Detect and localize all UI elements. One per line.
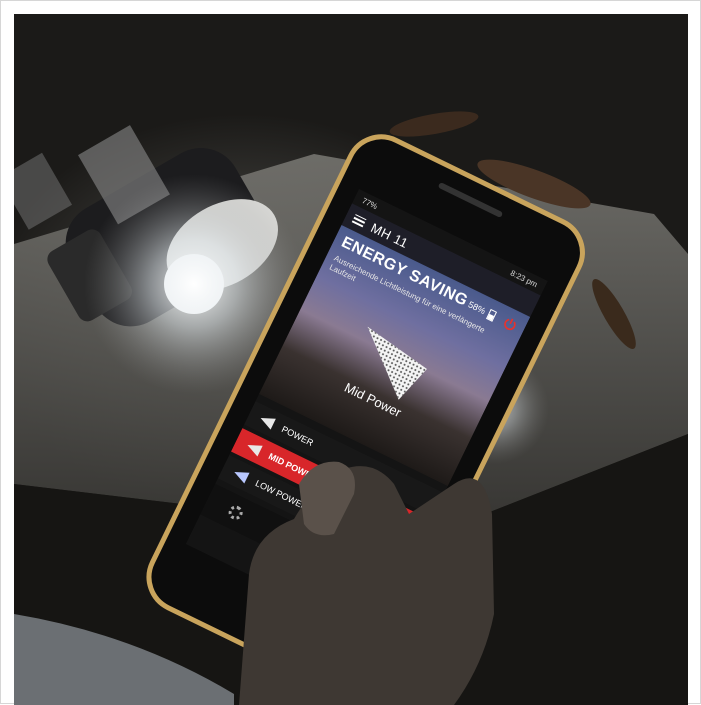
image-frame: 77% 8:23 pm MH 11 ENERGY SAVING 58% Ausr… xyxy=(0,0,701,705)
hand xyxy=(239,461,494,705)
photo: 77% 8:23 pm MH 11 ENERGY SAVING 58% Ausr… xyxy=(14,14,688,705)
